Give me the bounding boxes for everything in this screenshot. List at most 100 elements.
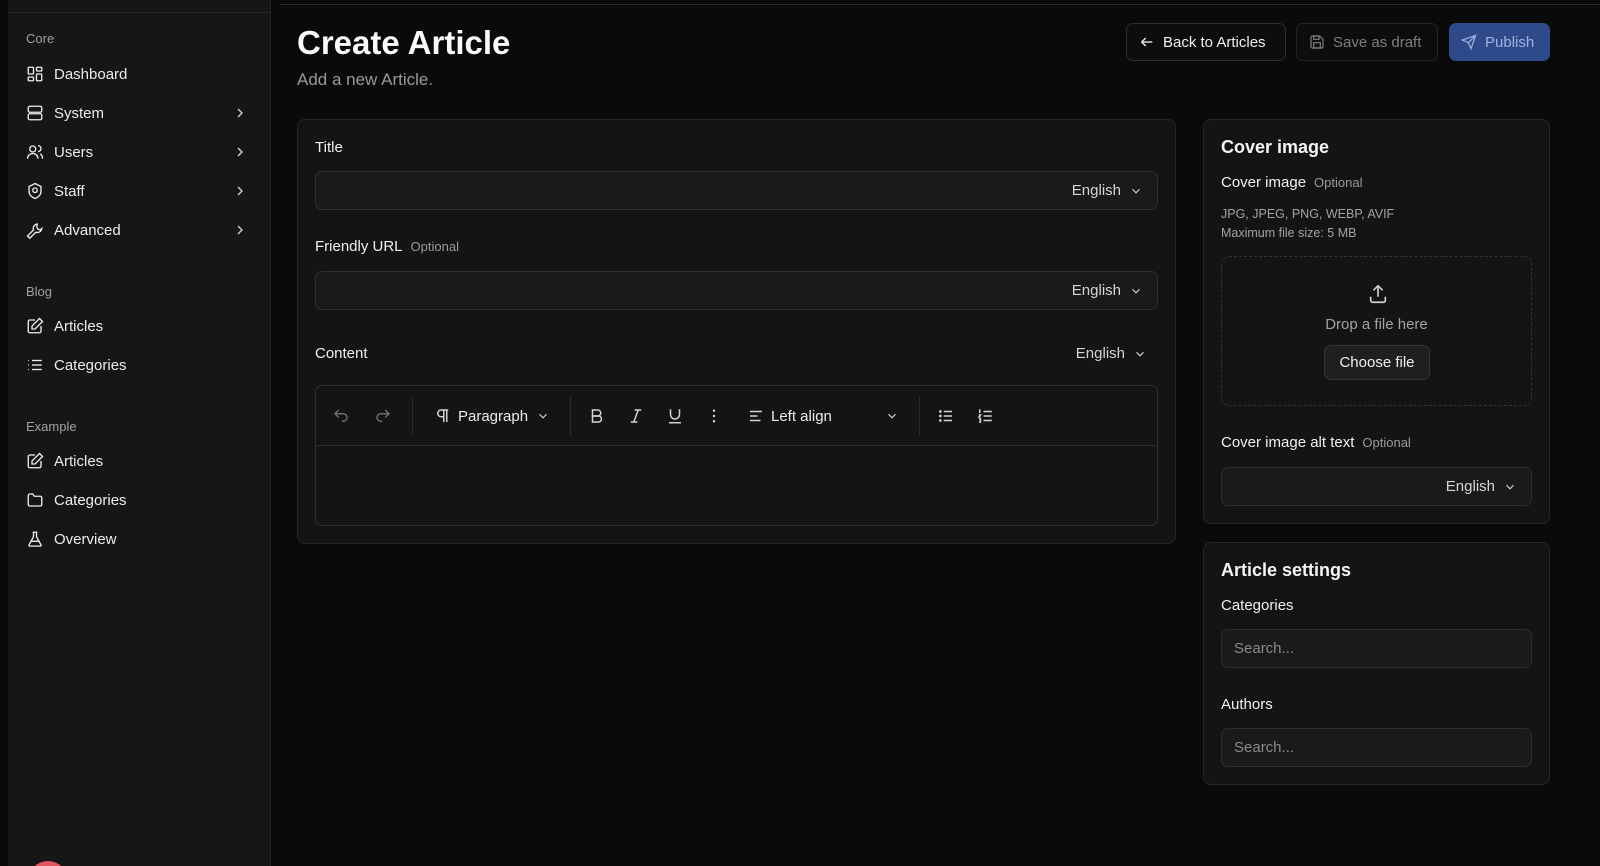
- send-icon: [1461, 34, 1477, 50]
- authors-search-input[interactable]: [1221, 728, 1532, 767]
- cover-image-heading: Cover image: [1221, 137, 1330, 157]
- max-file-size-text: Maximum file size: 5 MB: [1221, 226, 1357, 240]
- cover-image-label-text: Cover image: [1221, 174, 1307, 191]
- sidebar: Core Dashboard System Users Staff Advanc…: [8, 0, 271, 866]
- article-settings-heading: Article settings: [1221, 560, 1352, 580]
- sidebar-item-label: Users: [54, 143, 94, 161]
- italic-icon: [630, 409, 642, 423]
- chevron-down-icon: [888, 413, 896, 419]
- underline-button[interactable]: [666, 404, 684, 428]
- cover-alt-language-select[interactable]: English: [1446, 478, 1517, 495]
- title-language-select[interactable]: English: [1072, 182, 1143, 199]
- bold-icon: [591, 409, 603, 423]
- article-form-card: Title English Friendly URL Optional Engli…: [297, 119, 1176, 544]
- redo-icon: [376, 409, 391, 422]
- choose-file-button[interactable]: Choose file: [1324, 345, 1430, 380]
- friendly-url-label: Friendly URL Optional: [315, 238, 459, 255]
- language-label: English: [1071, 282, 1121, 299]
- shield-icon: [26, 182, 44, 200]
- save-as-draft-button[interactable]: Save as draft: [1296, 23, 1438, 61]
- sidebar-item-label: Categories: [54, 491, 127, 509]
- folder-icon: [26, 491, 44, 509]
- pilcrow-icon: [437, 409, 449, 422]
- sidebar-item-label: Categories: [54, 356, 127, 374]
- more-vertical-icon: [712, 409, 716, 423]
- flask-icon: [26, 530, 44, 548]
- editor-content-area[interactable]: [316, 447, 1157, 525]
- grid-icon: [26, 65, 44, 83]
- list-icon: [26, 356, 44, 374]
- sidebar-item-label: Advanced: [54, 221, 121, 239]
- content-language-select[interactable]: English: [1076, 345, 1147, 362]
- wrench-icon: [26, 221, 44, 239]
- italic-button[interactable]: [627, 404, 645, 428]
- friendly-url-input[interactable]: English: [315, 271, 1158, 310]
- alignment-label: Left align: [771, 407, 832, 425]
- drop-file-text: Drop a file here: [1325, 316, 1428, 333]
- friendly-url-language-select[interactable]: English: [1072, 282, 1143, 299]
- chevron-down-icon: [539, 413, 547, 419]
- categories-label: Categories: [1221, 597, 1294, 614]
- file-dropzone[interactable]: Drop a file here Choose file: [1221, 256, 1532, 406]
- server-icon: [26, 104, 44, 122]
- sidebar-item-example-categories[interactable]: Categories: [18, 483, 258, 517]
- back-to-articles-button[interactable]: Back to Articles: [1126, 23, 1286, 61]
- redo-button[interactable]: [374, 404, 392, 428]
- header-divider: [280, 4, 1600, 5]
- categories-search-input[interactable]: [1221, 629, 1532, 668]
- sidebar-item-blog-articles[interactable]: Articles: [18, 309, 258, 343]
- sidebar-item-blog-categories[interactable]: Categories: [18, 348, 258, 382]
- numbered-list-button[interactable]: [976, 404, 994, 428]
- title-input[interactable]: English: [315, 171, 1158, 210]
- chevron-right-icon: [237, 108, 243, 118]
- toolbar-divider: [412, 396, 413, 436]
- block-type-select[interactable]: Paragraph: [434, 404, 550, 428]
- alignment-select[interactable]: Left align: [747, 404, 899, 428]
- sidebar-item-label: System: [54, 104, 105, 122]
- undo-button[interactable]: [332, 404, 350, 428]
- chevron-right-icon: [237, 186, 243, 196]
- article-settings-card: Article settings Categories Authors: [1203, 542, 1550, 785]
- sidebar-group-core: Core: [26, 31, 55, 46]
- optional-tag: Optional: [1314, 175, 1363, 190]
- language-label: English: [1071, 182, 1121, 199]
- edit-icon: [26, 452, 44, 470]
- chevron-down-icon: [1506, 484, 1514, 490]
- sidebar-item-label: Articles: [54, 317, 104, 335]
- sidebar-item-example-articles[interactable]: Articles: [18, 444, 258, 478]
- sidebar-item-label: Dashboard: [54, 65, 128, 83]
- allowed-formats-text: JPG, JPEG, PNG, WEBP, AVIF: [1221, 207, 1395, 221]
- save-as-draft-label: Save as draft: [1333, 33, 1422, 51]
- editor-toolbar: Paragraph Left align: [316, 386, 1157, 446]
- language-label: English: [1075, 345, 1125, 362]
- sidebar-item-label: Staff: [54, 182, 85, 200]
- optional-tag: Optional: [1362, 435, 1411, 450]
- bold-button[interactable]: [588, 404, 606, 428]
- content-editor: Paragraph Left align: [315, 385, 1158, 526]
- chevron-down-icon: [1132, 288, 1140, 294]
- cover-alt-label: Cover image alt text Optional: [1221, 434, 1411, 451]
- upload-icon: [1369, 284, 1387, 304]
- sidebar-item-advanced[interactable]: Advanced: [18, 213, 258, 247]
- sidebar-item-system[interactable]: System: [18, 96, 258, 130]
- sidebar-item-label: Overview: [54, 530, 117, 548]
- sidebar-item-staff[interactable]: Staff: [18, 174, 258, 208]
- cover-alt-input[interactable]: English: [1221, 467, 1532, 506]
- chevron-right-icon: [237, 225, 243, 235]
- cover-alt-label-text: Cover image alt text: [1221, 434, 1355, 451]
- authors-label: Authors: [1221, 696, 1273, 713]
- sidebar-item-label: Articles: [54, 452, 104, 470]
- friendly-url-label-text: Friendly URL: [315, 238, 403, 255]
- bullet-list-button[interactable]: [937, 404, 955, 428]
- sidebar-item-overview[interactable]: Overview: [18, 522, 258, 556]
- chevron-down-icon: [1132, 188, 1140, 194]
- avatar[interactable]: [28, 861, 68, 866]
- undo-icon: [333, 409, 348, 422]
- sidebar-item-users[interactable]: Users: [18, 135, 258, 169]
- more-options-button[interactable]: [705, 404, 723, 428]
- publish-button[interactable]: Publish: [1449, 23, 1550, 61]
- bullet-list-icon: [939, 410, 952, 422]
- back-to-articles-label: Back to Articles: [1163, 33, 1266, 51]
- sidebar-item-dashboard[interactable]: Dashboard: [18, 57, 258, 91]
- sidebar-group-blog: Blog: [26, 284, 53, 299]
